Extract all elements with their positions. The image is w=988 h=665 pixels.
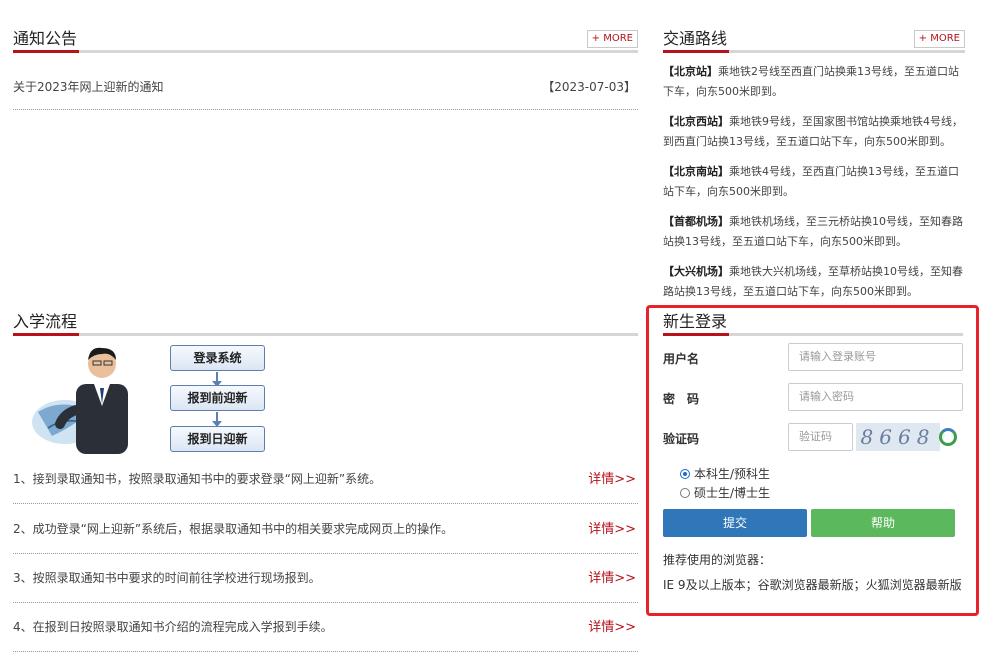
option-label: 本科生/预科生 bbox=[694, 467, 771, 481]
route-station: 【北京南站】 bbox=[663, 165, 729, 178]
browser-recommend-label: 推荐使用的浏览器： bbox=[663, 553, 772, 567]
flow-step-pre-arrival-box: 报到前迎新 bbox=[170, 385, 265, 411]
flow-step-details-link[interactable]: 详情>> bbox=[588, 616, 636, 635]
traffic-route: 【首都机场】乘地铁机场线，至三元桥站换10号线，至知春路站换13号线，至五道口站… bbox=[663, 212, 968, 252]
notice-item-title[interactable]: 关于2023年网上迎新的通知 bbox=[13, 78, 164, 95]
notice-item-date: 【2023-07-03】 bbox=[542, 80, 636, 94]
login-section-header: 新生登录 bbox=[663, 312, 963, 336]
student-type-option-graduate[interactable]: 硕士生/博士生 bbox=[680, 484, 770, 501]
username-label: 用户名 bbox=[663, 352, 700, 366]
notice-section-title: 通知公告 bbox=[13, 28, 80, 53]
help-button[interactable]: 帮助 bbox=[811, 509, 955, 537]
option-label: 硕士生/博士生 bbox=[694, 486, 771, 500]
captcha-image[interactable]: 8668 bbox=[856, 423, 940, 451]
flow-section-header: 入学流程 bbox=[13, 312, 638, 336]
traffic-route: 【北京站】乘地铁2号线至西直门站换乘13号线，至五道口站下车，向东500米即到。 bbox=[663, 62, 968, 102]
flow-section-title: 入学流程 bbox=[13, 311, 80, 336]
submit-button[interactable]: 提交 bbox=[663, 509, 807, 537]
flow-arrow bbox=[212, 372, 222, 387]
flow-step-details-link[interactable]: 详情>> bbox=[588, 567, 636, 586]
traffic-route: 【北京南站】乘地铁4号线，至西直门站换13号线，至五道口站下车，向东500米即到… bbox=[663, 162, 968, 202]
traffic-section-title: 交通路线 bbox=[663, 28, 730, 53]
flow-step-arrival-day-box: 报到日迎新 bbox=[170, 426, 265, 452]
flow-step-text: 2、成功登录“网上迎新”系统后，根据录取通知书中的相关要求完成网页上的操作。 bbox=[13, 522, 454, 536]
login-section-title: 新生登录 bbox=[663, 311, 730, 336]
captcha-input[interactable]: 验证码 bbox=[788, 423, 853, 451]
captcha-label: 验证码 bbox=[663, 432, 700, 446]
refresh-captcha-icon[interactable] bbox=[939, 428, 957, 446]
route-station: 【北京站】 bbox=[663, 65, 718, 78]
flow-step-login-box: 登录系统 bbox=[170, 345, 265, 371]
traffic-more-button[interactable]: + MORE bbox=[913, 30, 965, 48]
flow-step-row: 2、成功登录“网上迎新”系统后，根据录取通知书中的相关要求完成网页上的操作。 详… bbox=[13, 504, 638, 554]
notice-list-item[interactable]: 关于2023年网上迎新的通知 【2023-07-03】 bbox=[13, 70, 638, 110]
flow-step-text: 1、接到录取通知书，按照录取通知书中的要求登录“网上迎新”系统。 bbox=[13, 472, 382, 486]
route-station: 【北京西站】 bbox=[663, 115, 729, 128]
notice-more-button[interactable]: + MORE bbox=[586, 30, 638, 48]
browser-recommend-list: IE 9及以上版本；谷歌浏览器最新版；火狐浏览器最新版 bbox=[663, 578, 962, 592]
password-input[interactable]: 请输入密码 bbox=[788, 383, 963, 411]
businessman-image bbox=[32, 347, 128, 454]
flow-step-row: 4、在报到日按照录取通知书介绍的流程完成入学报到手续。 详情>> bbox=[13, 602, 638, 652]
flow-step-text: 3、按照录取通知书中要求的时间前往学校进行现场报到。 bbox=[13, 571, 321, 585]
flow-step-details-link[interactable]: 详情>> bbox=[588, 468, 636, 487]
flow-step-row: 3、按照录取通知书中要求的时间前往学校进行现场报到。 详情>> bbox=[13, 553, 638, 603]
traffic-route: 【北京西站】乘地铁9号线，至国家图书馆站换乘地铁4号线，到西直门站换13号线，至… bbox=[663, 112, 968, 152]
flow-step-text: 4、在报到日按照录取通知书介绍的流程完成入学报到手续。 bbox=[13, 620, 333, 634]
traffic-route: 【大兴机场】乘地铁大兴机场线，至草桥站换10号线，至知春路站换13号线，至五道口… bbox=[663, 262, 968, 302]
traffic-section-header: 交通路线 + MORE bbox=[663, 29, 965, 53]
notice-section-header: 通知公告 + MORE bbox=[13, 29, 638, 53]
traffic-route-list: 【北京站】乘地铁2号线至西直门站换乘13号线，至五道口站下车，向东500米即到。… bbox=[663, 62, 968, 312]
route-station: 【首都机场】 bbox=[663, 215, 729, 228]
route-station: 【大兴机场】 bbox=[663, 265, 729, 278]
flow-step-details-link[interactable]: 详情>> bbox=[588, 518, 636, 537]
student-type-option-undergrad[interactable]: 本科生/预科生 bbox=[680, 465, 770, 482]
flow-arrow bbox=[212, 412, 222, 427]
radio-unchecked-icon[interactable] bbox=[680, 488, 690, 498]
flow-step-row: 1、接到录取通知书，按照录取通知书中的要求登录“网上迎新”系统。 详情>> bbox=[13, 454, 638, 504]
password-label: 密 码 bbox=[663, 392, 700, 406]
username-input[interactable]: 请输入登录账号 bbox=[788, 343, 963, 371]
radio-checked-icon[interactable] bbox=[680, 469, 690, 479]
